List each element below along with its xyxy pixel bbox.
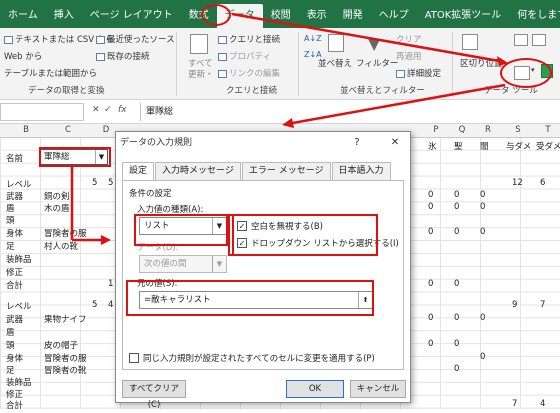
dialog-title: データの入力規則 [120,138,193,148]
apply-all-label: 同じ入力規則が設定されたすべてのセルに変更を適用する(P) [143,354,375,364]
help-icon[interactable]: ? [350,132,364,154]
apply-all-checkbox[interactable] [129,353,139,363]
dialog-tabs: 設定 入力時メッセージ エラー メッセージ 日本語入力 [122,162,392,181]
data-value: 次の値の間 [144,259,187,269]
chevron-down-icon[interactable]: ▼ [212,256,226,272]
annotation-box-source [126,280,374,316]
clear-all-button[interactable]: すべてクリア(C) [122,380,186,410]
close-icon[interactable]: ✕ [388,132,402,154]
cancel-button[interactable]: キャンセル [350,380,406,398]
ok-button[interactable]: OK [286,380,344,398]
tab-ime[interactable]: 日本語入力 [331,162,391,180]
annotation-box-dropdown-cell [39,147,111,167]
tab-error-alert[interactable]: エラー メッセージ [241,162,331,180]
data-validation-dialog: データの入力規則 ? ✕ 設定 入力時メッセージ エラー メッセージ 日本語入力… [115,131,411,410]
data-select[interactable]: 次の値の間 ▼ [139,255,227,273]
tab-settings[interactable]: 設定 [122,162,155,181]
annotation-box-checks [228,214,378,256]
annotation-box-allow [134,214,228,246]
criteria-heading: 条件の設定 [129,189,172,199]
tab-input-message[interactable]: 入力時メッセージ [155,162,241,180]
settings-panel: 条件の設定 入力値の種類(A): リスト ▼ ✓ 空白を無視する(B) ✓ ドロ… [122,180,404,370]
